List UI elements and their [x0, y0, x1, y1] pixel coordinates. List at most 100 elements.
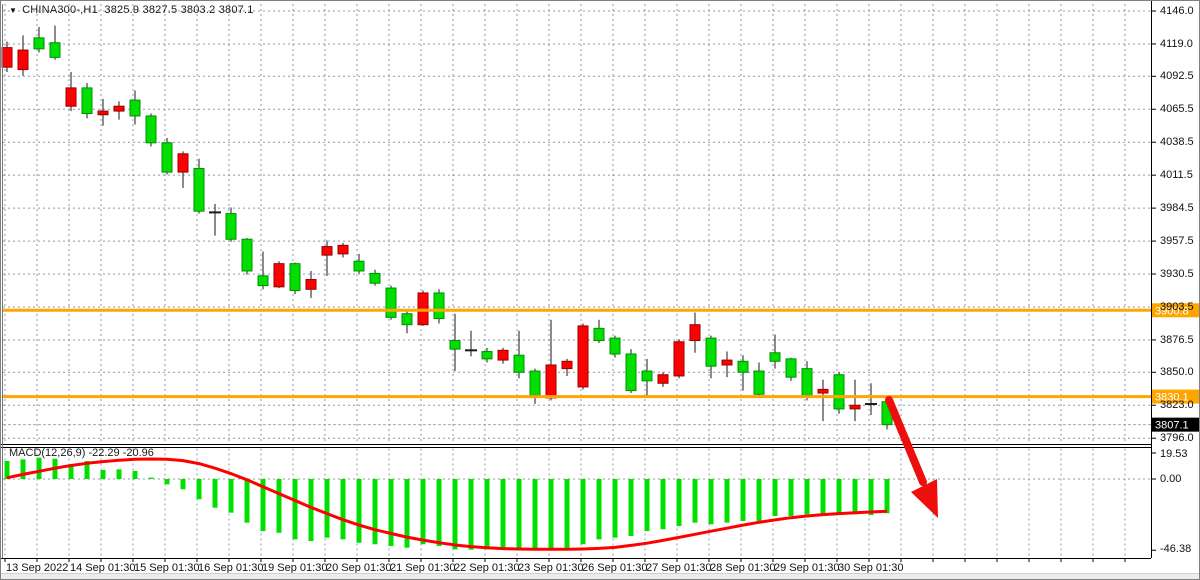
macd-bar: [229, 479, 234, 513]
bull-candle: [18, 50, 28, 70]
bull-candle: [562, 361, 572, 368]
grid-lines: [3, 4, 1151, 558]
bull-candle: [274, 264, 284, 287]
bear-candle: [642, 371, 652, 381]
macd-bar: [341, 479, 346, 539]
bear-candle: [594, 328, 604, 340]
bull-candle: [306, 280, 316, 290]
macd-bar: [117, 469, 122, 479]
macd-bar: [565, 479, 570, 548]
bull-candle: [114, 106, 124, 111]
bear-candle: [434, 293, 444, 319]
bear-candle: [146, 116, 156, 143]
bear-candle: [770, 353, 780, 362]
chart-window: 3900.83830.13807.1 ▼CHINA300-,H1 3825.9 …: [0, 0, 1200, 580]
macd-bar: [869, 479, 874, 515]
hline-badge-text: 3830.1: [1155, 392, 1189, 404]
macd-bar: [469, 479, 474, 550]
bull-candle: [818, 389, 828, 393]
bear-candle: [402, 314, 412, 325]
macd-bar: [501, 479, 506, 550]
macd-bar: [325, 479, 330, 538]
macd-bar: [181, 479, 186, 489]
macd-bar: [245, 479, 250, 523]
bear-candle: [162, 143, 172, 172]
macd-bar: [165, 479, 170, 484]
macd-bar: [453, 479, 458, 549]
bull-candle: [546, 365, 556, 398]
bear-candle: [34, 38, 44, 49]
macd-bar: [725, 479, 730, 523]
bear-candle: [226, 214, 236, 240]
macd-bar: [549, 479, 554, 549]
macd-bar: [533, 479, 538, 550]
bear-candle: [754, 371, 764, 394]
candles: [2, 26, 892, 430]
macd-bar: [709, 479, 714, 524]
macd-bar: [821, 479, 826, 516]
macd-bar: [293, 479, 298, 539]
bear-candle: [386, 288, 396, 317]
macd-bar: [645, 479, 650, 531]
macd-bar: [437, 479, 442, 546]
bull-candle: [66, 88, 76, 106]
macd-bar: [741, 479, 746, 521]
hline-badge-text: 3900.8: [1155, 305, 1189, 317]
bull-candle: [98, 111, 108, 115]
macd-bar: [773, 479, 778, 516]
price-badges: 3900.8 3830.1 3807.1: [1152, 303, 1199, 431]
bull-candle: [722, 360, 732, 365]
bear-candle: [482, 352, 492, 359]
bear-candle: [530, 371, 540, 395]
macd-signal-line: [7, 459, 887, 549]
macd-bar: [629, 479, 634, 536]
macd-bar: [661, 479, 666, 529]
window-bottom-edge: [1, 573, 1199, 579]
bear-candle: [626, 354, 636, 391]
macd-bar: [309, 479, 314, 541]
bull-candle: [498, 350, 508, 360]
bull-candle: [178, 154, 188, 172]
macd-bar: [197, 479, 202, 499]
macd-bar: [101, 470, 106, 479]
macd-bar: [149, 478, 154, 479]
macd-bar: [389, 479, 394, 546]
bull-candle: [338, 245, 348, 254]
bear-candle: [130, 100, 140, 116]
macd-bar: [757, 479, 762, 521]
annotation-arrow[interactable]: [889, 400, 938, 518]
bear-candle: [834, 375, 844, 409]
bull-candle: [690, 325, 700, 341]
macd-bar: [517, 479, 522, 550]
macd-bar: [357, 479, 362, 543]
bear-candle: [610, 338, 620, 354]
macd-bar: [789, 479, 794, 516]
macd-bar: [885, 479, 890, 513]
current-price-badge-text: 3807.1: [1155, 420, 1189, 432]
arrow-shaft: [889, 400, 923, 482]
bear-candle: [514, 355, 524, 372]
bull-candle: [674, 342, 684, 376]
macd-bar: [677, 479, 682, 526]
bull-candle: [658, 375, 668, 384]
bull-candle: [578, 326, 588, 387]
candlestick-chart-canvas[interactable]: 3900.8 3830.1 3807.1: [1, 1, 1200, 580]
bear-candle: [50, 43, 60, 58]
bear-candle: [802, 369, 812, 396]
macd-bar: [853, 479, 858, 514]
macd-bar: [693, 479, 698, 523]
macd-bar: [581, 479, 586, 544]
macd-bar: [421, 479, 426, 544]
bull-candle: [2, 48, 12, 68]
macd-bar: [277, 479, 282, 533]
macd-bar: [37, 458, 42, 479]
horizontal-price-lines[interactable]: [3, 310, 1151, 396]
bear-candle: [450, 341, 460, 350]
bull-candle: [322, 247, 332, 256]
macd-bar: [613, 479, 618, 538]
macd-bar: [485, 479, 490, 549]
pane-frame: [1, 1, 1152, 559]
macd-bar: [597, 479, 602, 539]
macd-bar: [837, 479, 842, 514]
bear-candle: [82, 88, 92, 114]
